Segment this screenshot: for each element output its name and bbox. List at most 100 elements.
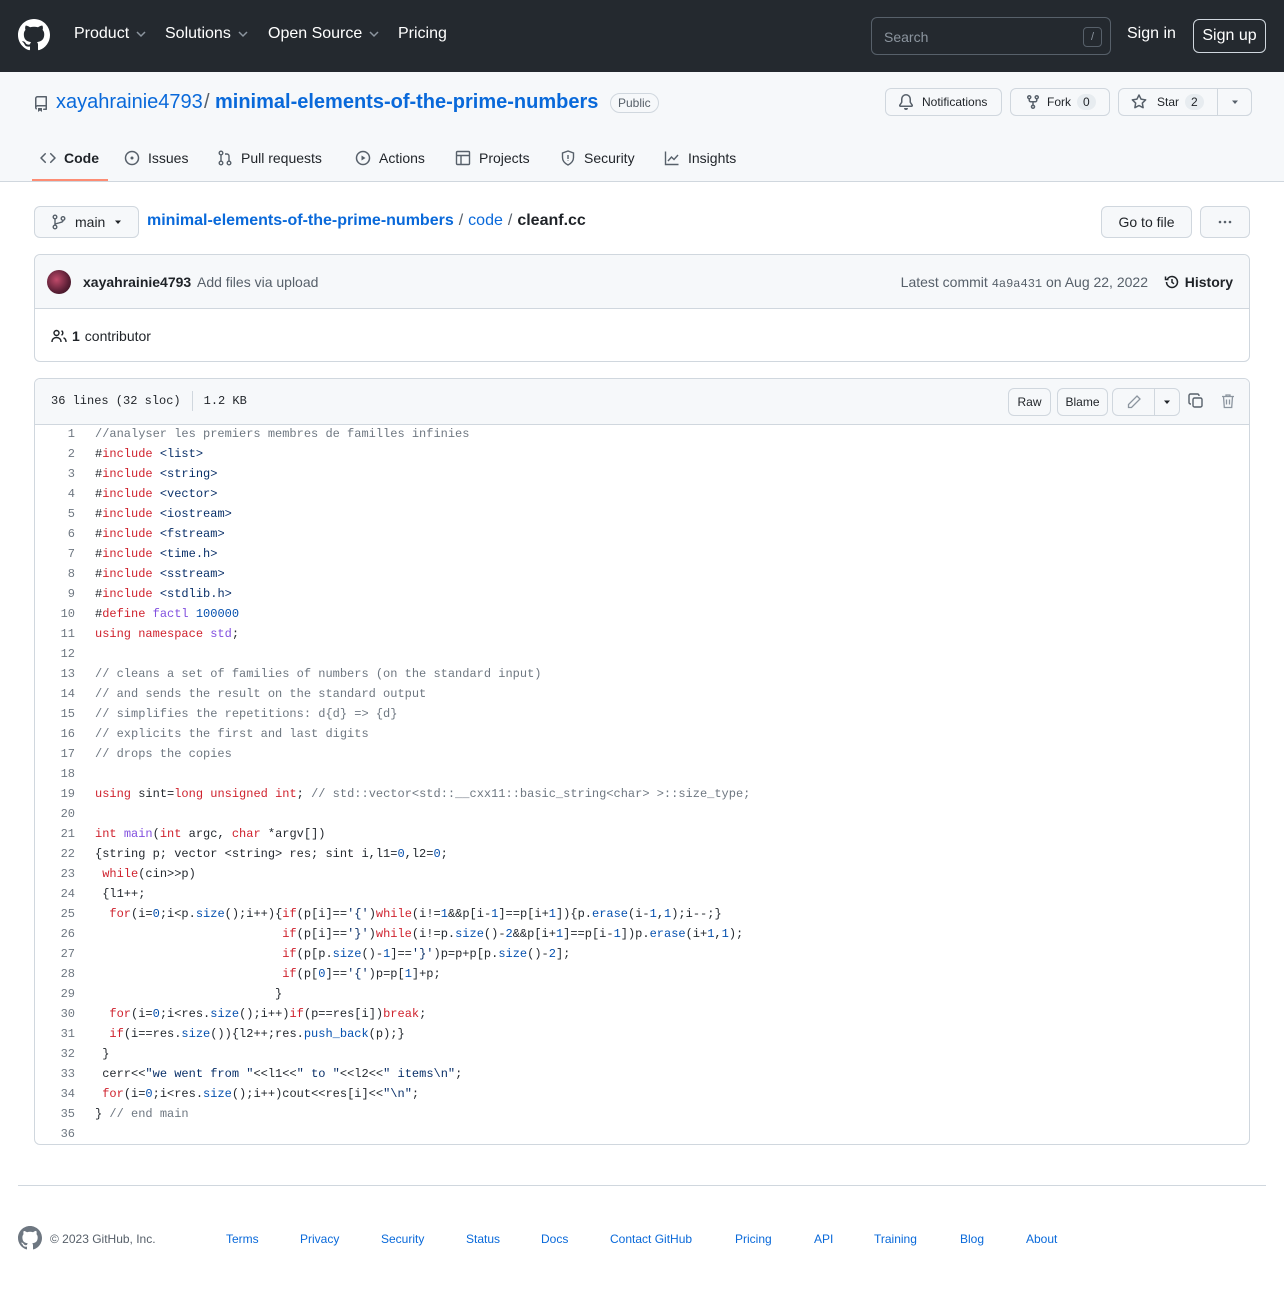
line-number[interactable]: 14 — [35, 684, 85, 704]
line-number[interactable]: 35 — [35, 1104, 85, 1124]
line-number[interactable]: 29 — [35, 984, 85, 1004]
line-number[interactable]: 25 — [35, 904, 85, 924]
commit-sha-link[interactable]: 4a9a431 — [992, 277, 1042, 291]
more-options-button[interactable] — [1200, 206, 1250, 238]
footer-link-contact[interactable]: Contact GitHub — [610, 1232, 692, 1246]
github-logo-icon[interactable] — [18, 1226, 42, 1250]
line-number[interactable]: 1 — [35, 424, 85, 444]
issue-icon — [124, 150, 140, 166]
line-number[interactable]: 26 — [35, 924, 85, 944]
sign-in-link[interactable]: Sign in — [1127, 25, 1176, 43]
line-number[interactable]: 22 — [35, 844, 85, 864]
line-number[interactable]: 5 — [35, 504, 85, 524]
footer-link-training[interactable]: Training — [874, 1232, 917, 1246]
footer-link-docs[interactable]: Docs — [541, 1232, 568, 1246]
line-number[interactable]: 18 — [35, 764, 85, 784]
footer-link-about[interactable]: About — [1026, 1232, 1057, 1246]
line-number[interactable]: 10 — [35, 604, 85, 624]
nav-open-source[interactable]: Open Source — [268, 25, 380, 43]
file-info: 36 lines (32 sloc) 1.2 KB — [51, 391, 247, 411]
path-separator: / — [204, 91, 210, 113]
blame-button[interactable]: Blame — [1057, 388, 1108, 416]
commit-author-link[interactable]: xayahrainie4793 — [83, 274, 191, 290]
copy-icon[interactable] — [1188, 393, 1204, 409]
code-line: 33 cerr<<"we went from "<<l1<<" to "<<l2… — [35, 1064, 1249, 1084]
code-line: 1 //analyser les premiers membres de fami… — [35, 424, 1249, 444]
tab-security[interactable]: Security — [560, 150, 635, 166]
search-input[interactable]: Search / — [871, 17, 1111, 55]
line-number[interactable]: 16 — [35, 724, 85, 744]
tab-insights[interactable]: Insights — [664, 150, 736, 166]
line-number[interactable]: 32 — [35, 1044, 85, 1064]
nav-product[interactable]: Product — [74, 25, 147, 43]
tab-code[interactable]: Code — [40, 150, 99, 166]
commit-message[interactable]: Add files via upload — [197, 274, 318, 290]
trash-icon[interactable] — [1220, 393, 1236, 409]
code-line: 12 — [35, 644, 1249, 664]
line-content: {l1++; — [95, 887, 146, 901]
line-number[interactable]: 28 — [35, 964, 85, 984]
edit-button[interactable] — [1113, 389, 1155, 415]
tab-pull-requests[interactable]: Pull requests — [217, 150, 322, 166]
line-number[interactable]: 17 — [35, 744, 85, 764]
footer-link-pricing[interactable]: Pricing — [735, 1232, 772, 1246]
sign-up-button[interactable]: Sign up — [1193, 19, 1266, 53]
line-number[interactable]: 9 — [35, 584, 85, 604]
line-number[interactable]: 2 — [35, 444, 85, 464]
repo-owner-link[interactable]: xayahrainie4793 — [56, 91, 203, 114]
nav-pricing[interactable]: Pricing — [398, 25, 447, 43]
footer-link-blog[interactable]: Blog — [960, 1232, 984, 1246]
tab-actions[interactable]: Actions — [355, 150, 425, 166]
repo-name-link[interactable]: minimal-elements-of-the-prime-numbers — [215, 91, 598, 114]
contributors-link[interactable]: 1 contributor — [51, 328, 151, 344]
footer-link-privacy[interactable]: Privacy — [300, 1232, 339, 1246]
history-link[interactable]: History — [1164, 274, 1233, 290]
nav-solutions[interactable]: Solutions — [165, 25, 249, 43]
line-content: #include <fstream> — [95, 527, 225, 541]
line-number[interactable]: 8 — [35, 564, 85, 584]
branch-selector[interactable]: main — [34, 206, 139, 238]
line-number[interactable]: 20 — [35, 804, 85, 824]
footer-link-api[interactable]: API — [814, 1232, 833, 1246]
line-number[interactable]: 11 — [35, 624, 85, 644]
line-number[interactable]: 13 — [35, 664, 85, 684]
avatar[interactable] — [47, 270, 71, 294]
raw-button[interactable]: Raw — [1008, 388, 1051, 416]
line-number[interactable]: 36 — [35, 1124, 85, 1144]
line-number[interactable]: 3 — [35, 464, 85, 484]
tab-projects[interactable]: Projects — [455, 150, 530, 166]
line-number[interactable]: 19 — [35, 784, 85, 804]
code-line: 36 — [35, 1124, 1249, 1144]
edit-dropdown-button[interactable] — [1155, 389, 1179, 415]
line-number[interactable]: 15 — [35, 704, 85, 724]
line-number[interactable]: 30 — [35, 1004, 85, 1024]
line-number[interactable]: 31 — [35, 1024, 85, 1044]
line-content: if(p[p.size()-1]=='}')p=p+p[p.size()-2]; — [282, 947, 571, 961]
go-to-file-button[interactable]: Go to file — [1101, 206, 1192, 238]
line-content: #include <vector> — [95, 487, 218, 501]
line-number[interactable]: 33 — [35, 1064, 85, 1084]
line-number[interactable]: 6 — [35, 524, 85, 544]
line-content: // drops the copies — [95, 747, 232, 761]
star-lists-dropdown[interactable] — [1217, 88, 1252, 116]
line-number[interactable]: 21 — [35, 824, 85, 844]
line-number[interactable]: 24 — [35, 884, 85, 904]
notifications-button[interactable]: Notifications — [885, 88, 1002, 116]
commit-date: on Aug 22, 2022 — [1046, 274, 1148, 290]
breadcrumb-repo-link[interactable]: minimal-elements-of-the-prime-numbers — [147, 212, 454, 230]
footer-link-security[interactable]: Security — [381, 1232, 424, 1246]
line-number[interactable]: 4 — [35, 484, 85, 504]
github-logo-icon[interactable] — [18, 19, 50, 51]
notifications-label: Notifications — [922, 95, 988, 109]
fork-button[interactable]: Fork 0 — [1010, 88, 1110, 116]
line-number[interactable]: 12 — [35, 644, 85, 664]
line-number[interactable]: 34 — [35, 1084, 85, 1104]
star-label: Star — [1157, 95, 1180, 109]
line-number[interactable]: 23 — [35, 864, 85, 884]
tab-issues[interactable]: Issues — [124, 150, 188, 166]
breadcrumb-folder-link[interactable]: code — [468, 212, 503, 230]
line-number[interactable]: 27 — [35, 944, 85, 964]
footer-link-status[interactable]: Status — [466, 1232, 500, 1246]
footer-link-terms[interactable]: Terms — [226, 1232, 259, 1246]
line-number[interactable]: 7 — [35, 544, 85, 564]
